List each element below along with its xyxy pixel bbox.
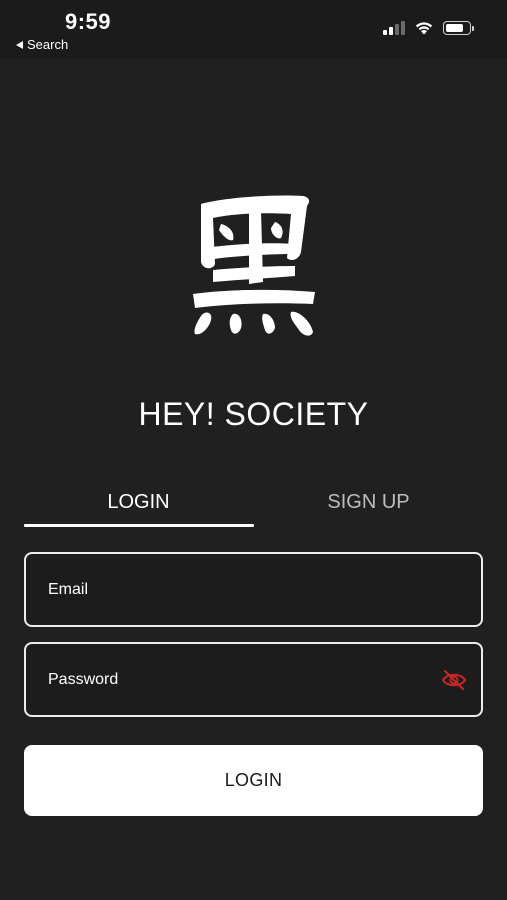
back-arrow-icon	[16, 40, 23, 49]
password-input[interactable]	[48, 644, 428, 715]
status-icons	[383, 20, 474, 35]
back-to-search-link[interactable]: Search	[16, 37, 68, 52]
password-field[interactable]	[24, 642, 483, 717]
wifi-icon	[415, 22, 433, 35]
battery-icon	[443, 20, 474, 35]
email-field[interactable]	[24, 552, 483, 627]
tab-login[interactable]: LOGIN	[24, 478, 253, 526]
kanji-logo-icon	[193, 195, 315, 336]
active-tab-indicator	[24, 524, 254, 527]
app-title: HEY! SOCIETY	[138, 396, 369, 432]
status-time: 9:59	[65, 9, 112, 34]
status-bar: 9:59 Search	[0, 0, 507, 58]
login-button[interactable]: LOGIN	[24, 745, 483, 816]
tab-sign-up[interactable]: SIGN UP	[254, 478, 483, 526]
back-link-label: Search	[27, 37, 69, 52]
auth-tabs: LOGIN SIGN UP	[24, 478, 483, 528]
email-input[interactable]	[48, 554, 428, 625]
signal-icon	[383, 20, 405, 35]
eye-off-icon[interactable]	[441, 669, 467, 691]
login-screen: 9:59 Search HEY! SOCIETY LOGIN SIGN UP E…	[0, 0, 507, 900]
